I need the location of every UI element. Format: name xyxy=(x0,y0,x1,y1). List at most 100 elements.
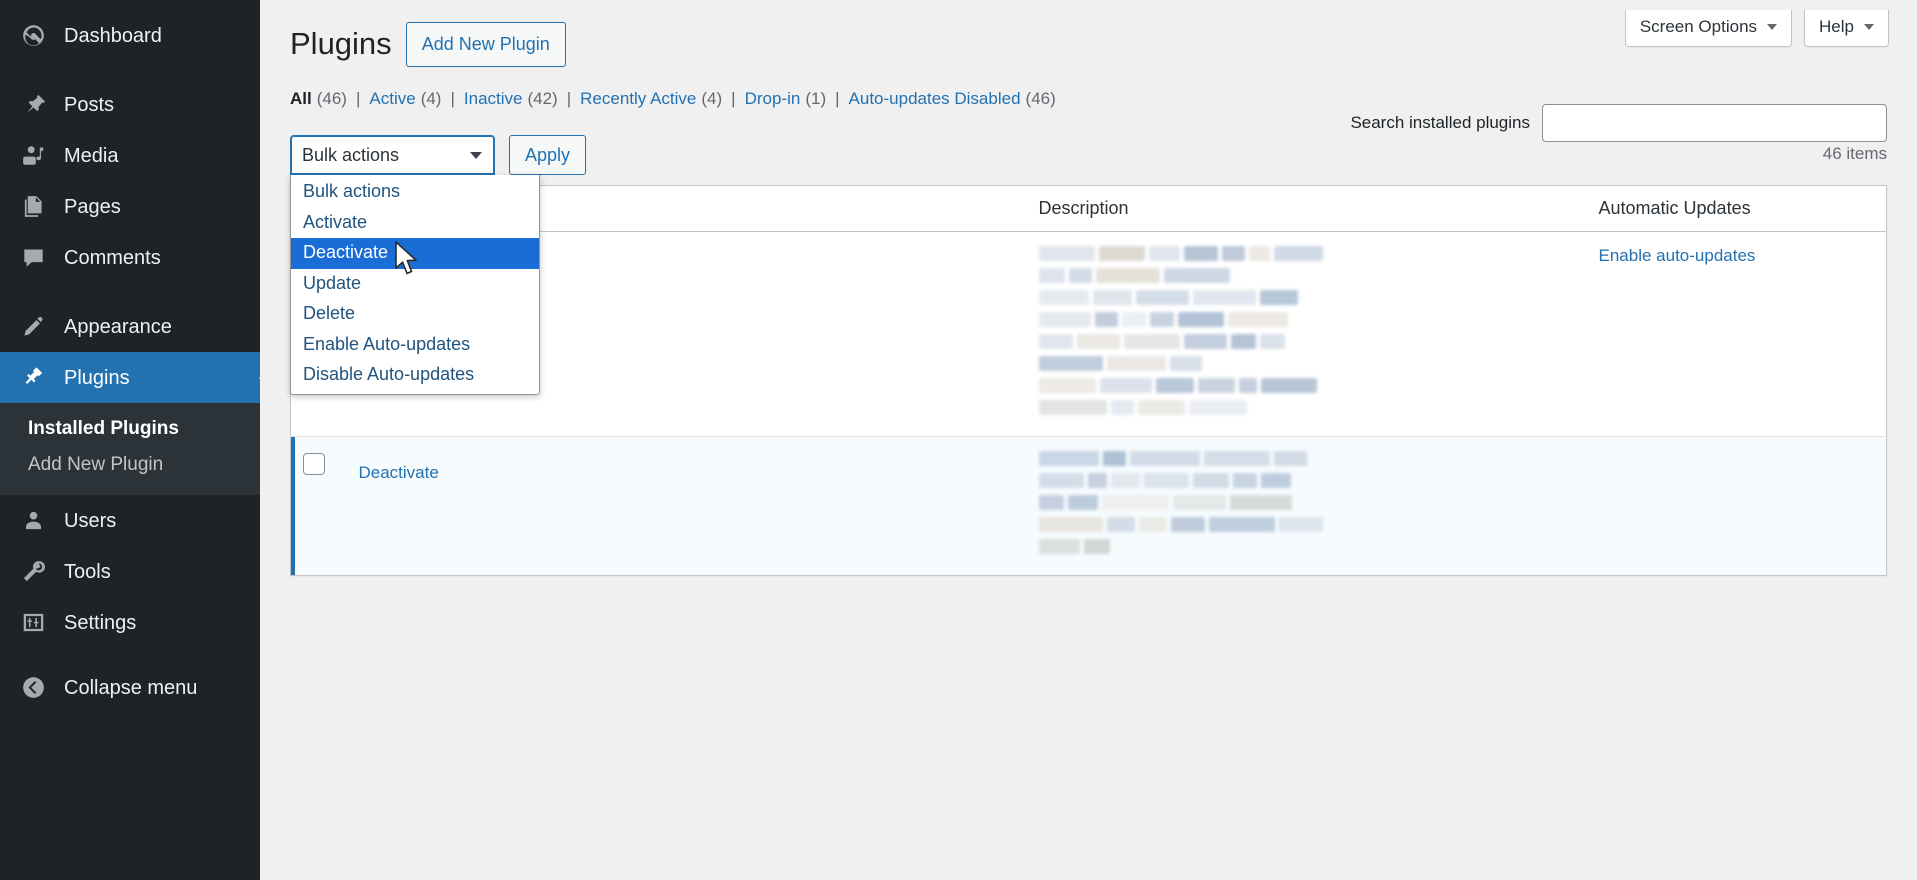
sidebar-menu-bottom: Users Tools Settings xyxy=(0,495,260,648)
row-checkbox-cell xyxy=(290,436,347,576)
plug-icon xyxy=(22,366,54,390)
help-label: Help xyxy=(1819,17,1854,36)
pages-icon xyxy=(22,195,54,219)
pin-icon xyxy=(22,93,54,117)
redacted-line xyxy=(1038,451,1575,466)
redacted-line xyxy=(1038,473,1575,488)
admin-sidebar: Dashboard Posts Media Pages Comments Appearan… xyxy=(0,0,260,880)
filter-count: (46) xyxy=(1025,89,1056,108)
sidebar-item-settings[interactable]: Settings xyxy=(0,597,260,648)
filter-link-label[interactable]: Auto-updates Disabled xyxy=(849,89,1021,109)
wrench-icon xyxy=(22,560,54,584)
screen-options-button[interactable]: Screen Options xyxy=(1624,10,1793,47)
sidebar-item-label: Media xyxy=(64,144,119,167)
dropdown-option-activate[interactable]: Activate xyxy=(291,208,539,239)
filter-link-label[interactable]: Recently Active xyxy=(580,89,696,109)
submenu-item-add-new-plugin[interactable]: Add New Plugin xyxy=(0,447,260,483)
sidebar-item-label: Appearance xyxy=(64,315,172,338)
sidebar-item-label: Posts xyxy=(64,93,115,116)
add-new-plugin-button[interactable]: Add New Plugin xyxy=(405,22,566,67)
chevron-down-icon xyxy=(470,151,482,159)
sidebar-menu-top: Dashboard Posts Media Pages Comments Appearan… xyxy=(0,10,260,403)
redacted-line xyxy=(1038,356,1575,371)
submenu-item-installed-plugins[interactable]: Installed Plugins xyxy=(0,411,260,447)
filter-link-label[interactable]: Inactive xyxy=(464,89,523,109)
filter-separator: | xyxy=(566,89,572,108)
sidebar-item-label: Dashboard xyxy=(64,24,162,47)
plugins-submenu: Installed Plugins Add New Plugin xyxy=(0,403,260,495)
sidebar-item-appearance[interactable]: Appearance xyxy=(0,301,260,352)
dropdown-option-bulk-actions[interactable]: Bulk actions xyxy=(291,177,539,208)
filter-link-label[interactable]: Drop-in xyxy=(745,89,801,109)
page-title: Plugins xyxy=(290,26,392,62)
sidebar-item-plugins[interactable]: Plugins xyxy=(0,352,260,403)
redacted-line xyxy=(1038,334,1575,349)
dropdown-option-disable-auto-updates[interactable]: Disable Auto-updates xyxy=(291,360,539,391)
settings-icon xyxy=(22,611,54,635)
redacted-description xyxy=(1038,451,1575,554)
dropdown-option-update[interactable]: Update xyxy=(291,269,539,300)
redacted-line xyxy=(1038,378,1575,393)
filter-item-inactive[interactable]: Inactive (42) | xyxy=(464,89,580,109)
bulk-actions-select[interactable]: Bulk actions xyxy=(290,135,495,175)
filter-item-recently-active[interactable]: Recently Active (4) | xyxy=(580,89,744,109)
bulk-actions-wrapper: Bulk actions Bulk actions Activate Deactiv… xyxy=(290,135,540,395)
row-description-cell xyxy=(1026,436,1587,576)
sidebar-item-label: Users xyxy=(64,509,117,532)
sidebar-item-label: Collapse menu xyxy=(64,676,198,699)
sidebar-item-users[interactable]: Users xyxy=(0,495,260,546)
redacted-line xyxy=(1038,400,1575,415)
redacted-description xyxy=(1038,246,1575,415)
filter-separator: | xyxy=(835,89,840,108)
sidebar-item-pages[interactable]: Pages xyxy=(0,181,260,232)
submenu-item-label: Add New Plugin xyxy=(28,454,164,475)
help-button[interactable]: Help xyxy=(1804,10,1889,47)
filter-separator: | xyxy=(731,89,736,108)
filter-count: (4) xyxy=(420,89,442,108)
brush-icon xyxy=(22,315,54,339)
bulk-actions-dropdown[interactable]: Bulk actions Activate Deactivate Update Dele… xyxy=(290,175,540,395)
displaying-num: 46 items xyxy=(1822,144,1887,163)
filter-item-active[interactable]: Active (4) | xyxy=(369,89,464,109)
filter-count: (4) xyxy=(701,89,723,108)
sidebar-item-posts[interactable]: Posts xyxy=(0,79,260,130)
enable-auto-updates-link[interactable]: Enable auto-updates xyxy=(1599,246,1756,265)
submenu-item-label: Installed Plugins xyxy=(28,418,179,439)
filter-item-drop-in[interactable]: Drop-in (1) | xyxy=(745,89,849,109)
filter-link-label[interactable]: All xyxy=(290,89,312,109)
table-row: Deactivate xyxy=(290,436,1887,576)
row-description-cell xyxy=(1026,231,1587,437)
screen-options-label: Screen Options xyxy=(1639,17,1758,36)
row-auto-update-cell: Enable auto-updates xyxy=(1586,231,1887,437)
sidebar-submenu: Installed Plugins Add New Plugin xyxy=(0,403,260,495)
column-header-automatic-updates: Automatic Updates xyxy=(1586,185,1887,232)
sidebar-item-media[interactable]: Media xyxy=(0,130,260,181)
row-actions: Deactivate xyxy=(359,463,1015,483)
collapse-icon xyxy=(22,676,54,700)
dropdown-option-delete[interactable]: Delete xyxy=(291,299,539,330)
filter-count: (46) xyxy=(316,89,347,108)
sidebar-item-comments[interactable]: Comments xyxy=(0,232,260,283)
row-plugin-cell: Deactivate xyxy=(346,436,1027,576)
sidebar-item-label: Comments xyxy=(64,246,161,269)
filter-item-auto-updates-disabled[interactable]: Auto-updates Disabled (46) xyxy=(849,89,1056,109)
sidebar-item-tools[interactable]: Tools xyxy=(0,546,260,597)
redacted-line xyxy=(1038,246,1575,261)
comments-icon xyxy=(22,246,54,270)
row-auto-update-cell xyxy=(1586,436,1887,576)
sidebar-item-dashboard[interactable]: Dashboard xyxy=(0,10,260,61)
row-checkbox[interactable] xyxy=(303,453,325,475)
sidebar-item-collapse-menu[interactable]: Collapse menu xyxy=(0,662,260,713)
sidebar-item-label: Tools xyxy=(64,560,111,583)
filter-item-all[interactable]: All (46) | xyxy=(290,89,369,109)
plugins-page-wrap: Plugins Add New Plugin All (46) | Active (4)… xyxy=(260,0,1917,576)
dashboard-icon xyxy=(22,24,54,48)
media-icon xyxy=(22,144,54,168)
sidebar-item-label: Plugins xyxy=(64,366,130,389)
filter-link-label[interactable]: Active xyxy=(369,89,415,109)
row-action-deactivate[interactable]: Deactivate xyxy=(359,463,439,482)
dropdown-option-deactivate[interactable]: Deactivate xyxy=(291,238,539,269)
dropdown-option-enable-auto-updates[interactable]: Enable Auto-updates xyxy=(291,330,539,361)
apply-button[interactable]: Apply xyxy=(509,135,587,175)
main-content: Screen Options Help Plugins Add New Plug… xyxy=(260,0,1917,880)
